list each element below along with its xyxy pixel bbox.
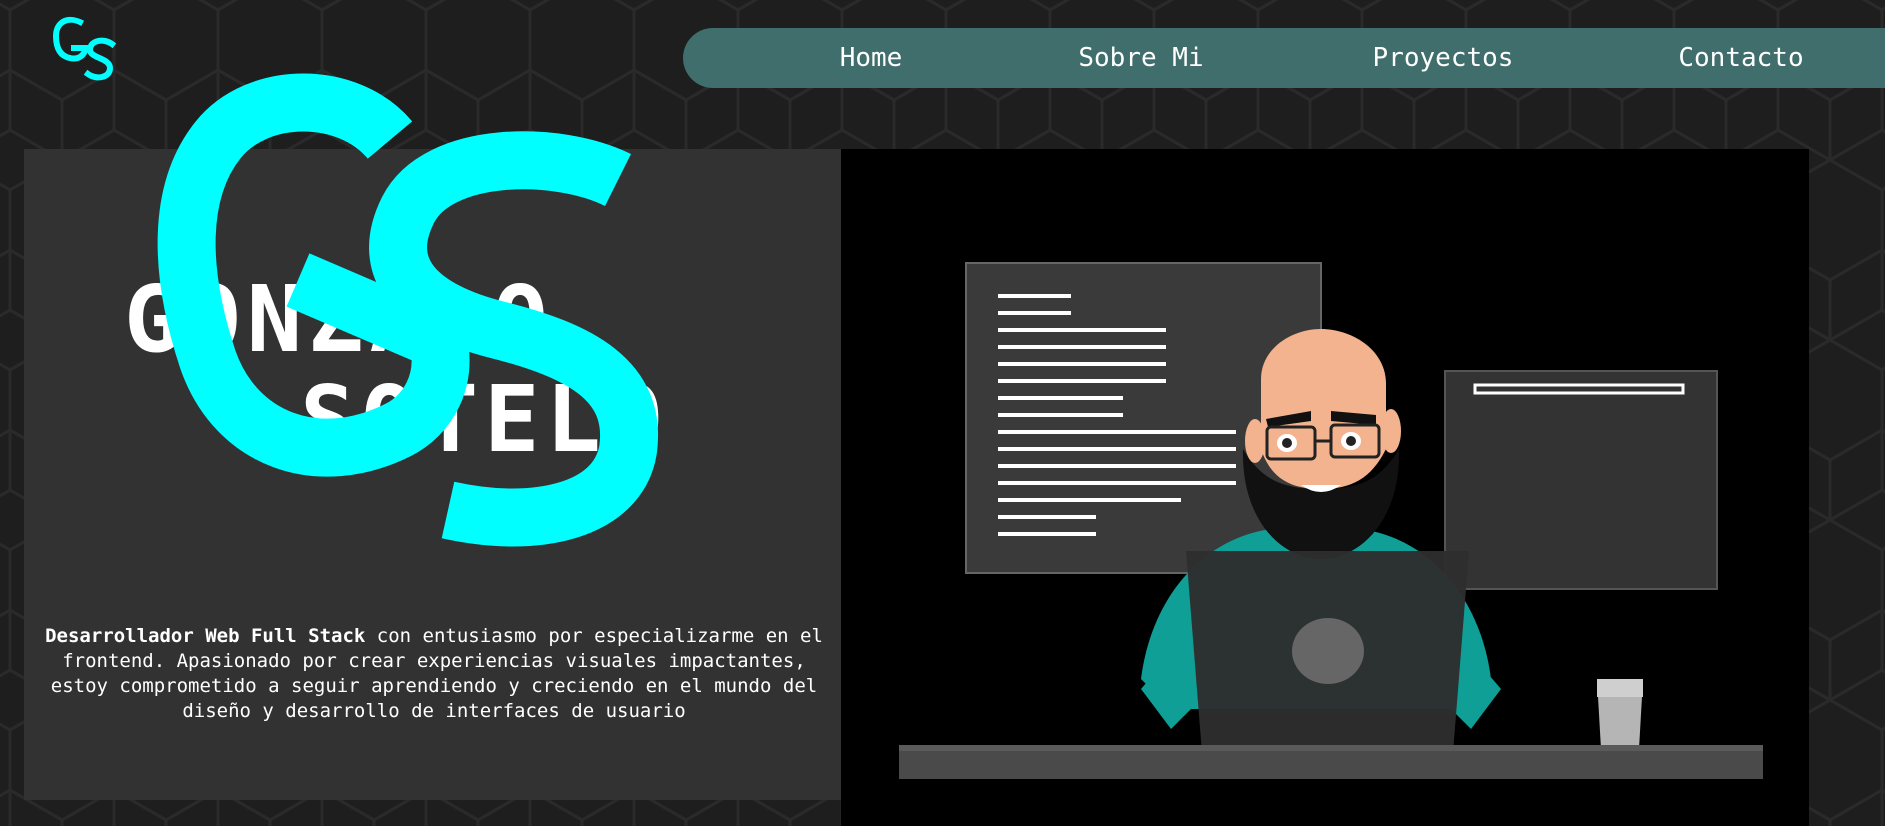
logo-icon[interactable] [50, 14, 120, 84]
developer-illustration [899, 262, 1763, 779]
nav-proyectos-link[interactable]: Proyectos [1367, 28, 1519, 88]
browser-window-icon [1444, 370, 1718, 590]
gs-logo-large-icon [157, 73, 659, 547]
nav-home-link[interactable]: Home [821, 28, 921, 88]
nav-contacto-link[interactable]: Contacto [1671, 28, 1811, 88]
glass-icon [1597, 679, 1643, 749]
hero-description: Desarrollador Web Full Stack con entusia… [44, 624, 824, 724]
main-navbar: Home Sobre Mi Proyectos Contacto [683, 28, 1885, 88]
hero-description-bold: Desarrollador Web Full Stack [45, 625, 366, 647]
laptop-icon [1186, 551, 1469, 753]
nav-sobre-mi-link[interactable]: Sobre Mi [1071, 28, 1211, 88]
